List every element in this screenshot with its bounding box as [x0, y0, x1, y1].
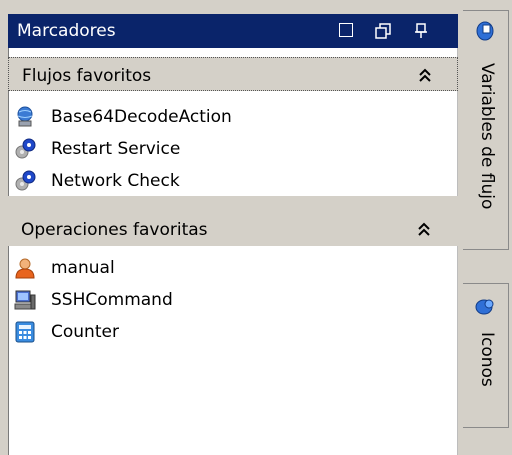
section-divider: [8, 196, 458, 212]
list-item[interactable]: SSHCommand: [8, 284, 448, 316]
collapse-icon[interactable]: [416, 220, 432, 238]
tab-icons[interactable]: Iconos: [463, 283, 509, 428]
section-header-favorite-flows[interactable]: Flujos favoritos: [8, 57, 458, 91]
panel-titlebar: Marcadores: [8, 14, 458, 48]
maximize-icon[interactable]: [339, 23, 355, 39]
globe-computer-icon: [14, 106, 36, 128]
flow-variables-icon: [475, 21, 495, 41]
tab-label: Variables de flujo: [477, 63, 497, 210]
pin-icon[interactable]: [413, 23, 429, 39]
user-icon: [14, 257, 36, 279]
list-item-label: Network Check: [51, 171, 180, 191]
section-title: Flujos favoritos: [22, 66, 152, 86]
list-item-label: SSHCommand: [51, 290, 173, 310]
tab-flow-variables[interactable]: Variables de flujo: [463, 10, 509, 250]
tab-label: Iconos: [477, 332, 497, 387]
list-item-label: Counter: [51, 322, 119, 342]
restore-icon[interactable]: [375, 23, 391, 39]
gears-icon: [14, 170, 36, 192]
list-item[interactable]: Restart Service: [8, 133, 448, 165]
terminal-computer-icon: [14, 289, 36, 311]
list-item[interactable]: manual: [8, 252, 448, 284]
list-item-label: Base64DecodeAction: [51, 107, 232, 127]
list-item-label: manual: [51, 258, 115, 278]
gears-icon: [14, 138, 36, 160]
collapse-icon[interactable]: [417, 66, 433, 84]
list-item-label: Restart Service: [51, 139, 181, 159]
list-item[interactable]: Base64DecodeAction: [8, 101, 448, 133]
section-header-favorite-operations[interactable]: Operaciones favoritas: [8, 212, 458, 246]
calculator-icon: [14, 321, 36, 343]
list-item[interactable]: Counter: [8, 316, 448, 348]
list-item[interactable]: Network Check: [8, 165, 448, 197]
panel-title: Marcadores: [17, 21, 116, 41]
section-title: Operaciones favoritas: [21, 220, 208, 240]
icons-icon: [475, 296, 495, 316]
